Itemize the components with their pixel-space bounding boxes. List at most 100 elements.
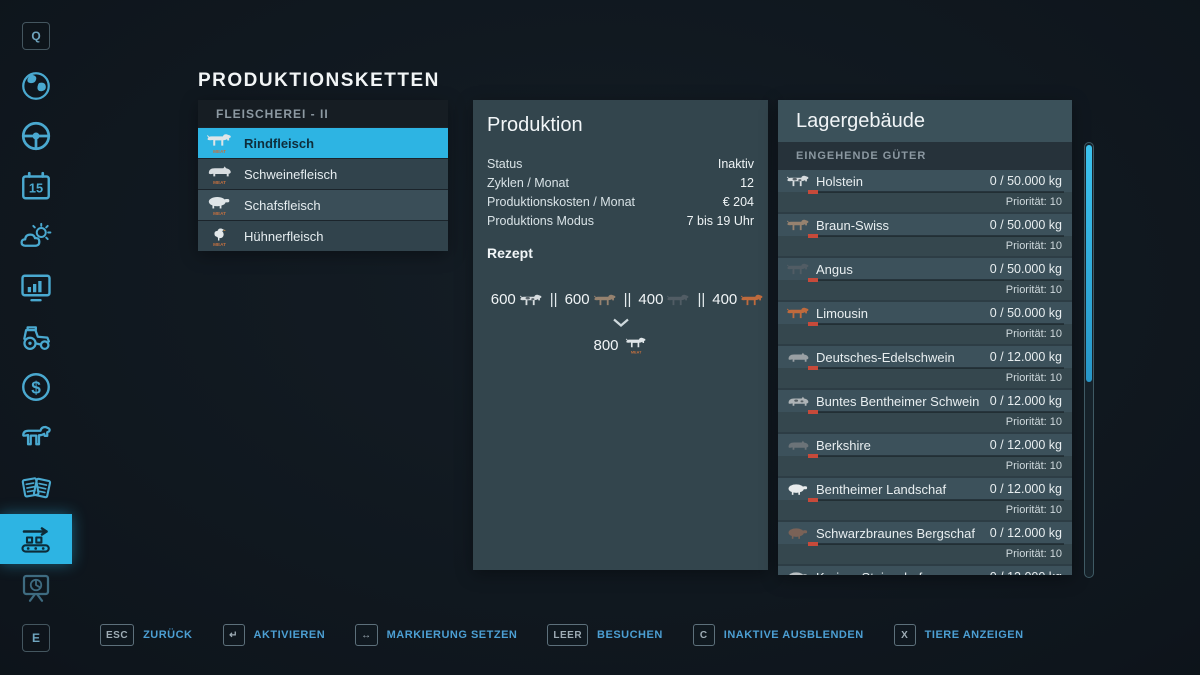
recipe-output: 800 MEAT [487,335,754,355]
storage-item-row[interactable]: Deutsches-Edelschwein 0 / 12.000 kg Prio… [778,346,1072,388]
storage-item-amount: 0 / 12.000 kg [989,526,1062,540]
sidebar-item[interactable] [0,464,72,512]
hotkey-button[interactable]: LEER BESUCHEN [547,624,662,646]
fill-level-indicator [808,410,818,414]
storage-item-priority: Priorität: 10 [1005,196,1062,208]
svg-text:15: 15 [29,180,43,195]
storage-item-row[interactable]: Bentheimer Landschaf 0 / 12.000 kg Prior… [778,478,1072,520]
scrollbar-thumb[interactable] [1086,145,1092,382]
storage-item-amount: 0 / 12.000 kg [989,482,1062,496]
sidebar-item[interactable] [0,313,72,361]
storage-item-name: Bentheimer Landschaf [816,481,947,497]
production-chain-list: FLEISCHEREI - II MEAT Rindfleisch MEAT S… [198,100,448,251]
sidebar-item[interactable] [0,213,72,261]
production-stat-row: Status Inaktiv [487,155,754,174]
money-icon: $ [18,369,54,405]
hotkey-button[interactable]: ↔ MARKIERUNG SETZEN [355,624,517,646]
recipe-separator: || [623,291,632,308]
sidebar-item[interactable]: $ [0,363,72,411]
chain-item-label: Schafsfleisch [244,197,321,213]
sidebar-item[interactable]: Q [0,12,72,60]
hotkey-button[interactable]: ↵ AKTIVIEREN [222,624,326,646]
chain-item-label: Rindfleisch [244,135,315,151]
fill-level-indicator [808,322,818,326]
fill-level-indicator [808,190,818,194]
fill-level-indicator [808,454,818,458]
recipe-heading: Rezept [487,245,533,261]
sidebar-item[interactable] [0,414,72,462]
storage-panel: Lagergebäude EINGEHENDE GÜTER Holstein 0… [778,100,1072,575]
chain-list-item[interactable]: MEAT Hühnerfleisch [198,220,448,251]
svg-text:$: $ [31,378,41,398]
hotkey-button[interactable]: ESC ZURÜCK [100,624,193,646]
storage-item-name: Berkshire [816,437,871,453]
facility-header: FLEISCHEREI - II [198,100,448,127]
chart-monitor-icon [18,269,54,305]
storage-item-row[interactable]: Berkshire 0 / 12.000 kg Priorität: 10 [778,434,1072,476]
keycap: ↵ [222,624,245,646]
sidebar-item[interactable] [0,514,72,564]
storage-item-row[interactable]: Krainer Steinschaf 0 / 12.000 kg Priorit… [778,566,1072,575]
fill-level-bar [808,234,1064,238]
documents-icon [18,470,54,506]
keycap: ESC [100,624,135,646]
hotkey-label: MARKIERUNG SETZEN [386,629,518,641]
storage-item-name: Deutsches-Edelschwein [816,349,955,365]
stat-label: Produktions Modus [487,214,595,228]
storage-item-row[interactable]: Braun-Swiss 0 / 50.000 kg Priorität: 10 [778,214,1072,256]
q-keycap-icon: Q [22,22,50,50]
svg-text:MEAT: MEAT [213,211,226,216]
keycap: C [692,624,715,646]
fill-level-indicator [808,498,818,502]
storage-item-amount: 0 / 50.000 kg [989,262,1062,276]
storage-item-amount: 0 / 50.000 kg [989,218,1062,232]
fill-level-bar [808,278,1064,282]
chicken-meat-icon: MEAT [206,225,234,247]
fill-level-bar [808,190,1064,194]
landschaf-sheep-icon [786,481,810,497]
keycap: X [893,624,916,646]
storage-item-amount: 0 / 12.000 kg [989,394,1062,408]
storage-item-priority: Priorität: 10 [1005,504,1062,516]
sidebar-item[interactable] [0,564,72,612]
recipe-inputs: 600 || 600 || 400 || 400 [487,291,763,308]
storage-item-row[interactable]: Schwarzbraunes Bergschaf 0 / 12.000 kg P… [778,522,1072,564]
storage-item-name: Holstein [816,173,863,189]
recipe-output-amount: 800 [593,336,619,354]
storage-item-row[interactable]: Angus 0 / 50.000 kg Priorität: 10 [778,258,1072,300]
sidebar-item[interactable] [0,62,72,110]
angus-cow-icon [663,292,690,308]
chain-list-item[interactable]: MEAT Schweinefleisch [198,158,448,189]
recipe-separator: || [549,291,558,308]
fill-level-indicator [808,278,818,282]
storage-item-name: Schwarzbraunes Bergschaf [816,525,975,541]
storage-item-amount: 0 / 12.000 kg [989,350,1062,364]
hotkey-label: AKTIVIEREN [253,629,326,641]
storage-item-row[interactable]: Holstein 0 / 50.000 kg Priorität: 10 [778,170,1072,212]
production-panel: Produktion Status Inaktiv Zyklen / Monat… [473,100,768,570]
sidebar-item[interactable]: 15 [0,163,72,211]
svg-text:MEAT: MEAT [213,180,226,185]
storage-item-amount: 0 / 50.000 kg [989,306,1062,320]
storage-scrollbar[interactable] [1084,142,1094,578]
stat-label: Zyklen / Monat [487,176,569,190]
beef-meat-icon: MEAT [622,335,648,355]
hotkey-label: INAKTIVE AUSBLENDEN [723,629,864,641]
hotkey-button[interactable]: C INAKTIVE AUSBLENDEN [692,624,864,646]
fill-level-indicator [808,234,818,238]
svg-text:MEAT: MEAT [630,350,641,354]
chain-list-item[interactable]: MEAT Schafsfleisch [198,189,448,220]
hotkey-button[interactable]: X TIERE ANZEIGEN [893,624,1024,646]
chain-list-item[interactable]: MEAT Rindfleisch [198,127,448,158]
svg-text:MEAT: MEAT [213,242,226,247]
berkshire-pig-icon [786,437,810,453]
fill-level-bar [808,542,1064,546]
storage-item-row[interactable]: Buntes Bentheimer Schwein 0 / 12.000 kg … [778,390,1072,432]
bottom-hotkey-bar: ESC ZURÜCK ↵ AKTIVIEREN ↔ MARKIERUNG SET… [100,624,1024,646]
fill-level-bar [808,498,1064,502]
sidebar-item[interactable] [0,263,72,311]
cow-icon [18,420,54,456]
sidebar-item[interactable] [0,112,72,160]
storage-item-row[interactable]: Limousin 0 / 50.000 kg Priorität: 10 [778,302,1072,344]
sidebar-item[interactable]: E [0,614,72,662]
